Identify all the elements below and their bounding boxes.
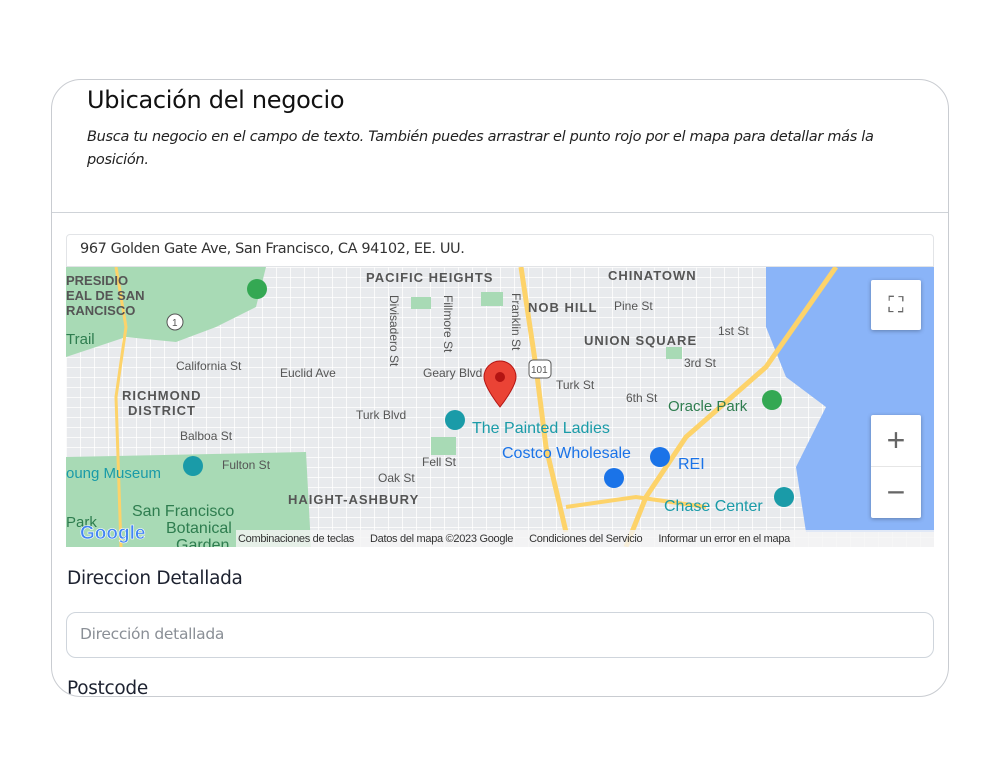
zoom-controls: + − <box>871 415 921 518</box>
map-label: Franklin St <box>509 293 523 351</box>
map-label: Fillmore St <box>441 295 455 353</box>
google-logo: Google <box>80 523 145 544</box>
address-search-input[interactable]: 967 Golden Gate Ave, San Francisco, CA 9… <box>66 234 934 267</box>
map-label: 3rd St <box>684 356 717 370</box>
section-description: Busca tu negocio en el campo de texto. T… <box>87 129 874 168</box>
route-shield: 1 <box>172 318 178 329</box>
map-data-text: Datos del mapa ©2023 Google <box>370 532 514 545</box>
map-label: Costco Wholesale <box>502 445 631 462</box>
map-label: Fulton St <box>222 458 271 472</box>
map-label: California St <box>176 359 242 373</box>
map-label: Euclid Ave <box>280 366 336 380</box>
plus-icon: + <box>886 422 906 458</box>
map-label: Garden <box>176 537 229 547</box>
shop-poi-icon <box>650 447 670 467</box>
detail-address-input[interactable]: Dirección detallada <box>66 612 934 658</box>
shop-poi-icon <box>604 468 624 488</box>
map-label: Pine St <box>614 299 653 313</box>
map-label: Chase Center <box>664 498 763 515</box>
map[interactable]: PACIFIC HEIGHTS CHINATOWN PRESIDIO EAL D… <box>66 267 934 547</box>
map-label: Balboa St <box>180 429 233 443</box>
map-label: Oracle Park <box>668 398 748 415</box>
keyboard-shortcuts-link[interactable]: Combinaciones de teclas <box>238 533 354 545</box>
fullscreen-button[interactable]: ⛶ <box>871 280 921 330</box>
zoom-in-button[interactable]: + <box>871 416 921 467</box>
map-label: NOB HILL <box>528 300 597 315</box>
map-label: 1st St <box>718 324 749 338</box>
map-label: Oak St <box>378 471 415 485</box>
map-label: RICHMOND <box>122 388 202 403</box>
map-canvas[interactable]: PACIFIC HEIGHTS CHINATOWN PRESIDIO EAL D… <box>66 267 934 547</box>
terms-link[interactable]: Condiciones del Servicio <box>529 533 643 545</box>
oracle-park-poi-icon <box>762 390 782 410</box>
map-label: HAIGHT-ASHBURY <box>288 492 419 507</box>
map-label: PACIFIC HEIGHTS <box>366 270 493 285</box>
map-label: 6th St <box>626 391 658 405</box>
map-attribution: Combinaciones de teclas Datos del mapa ©… <box>236 530 934 547</box>
map-label: RANCISCO <box>66 303 135 318</box>
fullscreen-icon: ⛶ <box>888 292 904 317</box>
map-label: Fell St <box>422 455 457 469</box>
museum-poi-icon <box>183 456 203 476</box>
map-label: CHINATOWN <box>608 268 697 283</box>
divider <box>52 212 948 213</box>
business-location-card: Ubicación del negocio Busca tu negocio e… <box>51 79 949 697</box>
map-label: Turk St <box>556 378 595 392</box>
map-label: The Painted Ladies <box>472 420 610 437</box>
map-label: Trail <box>66 331 95 348</box>
postcode-label: Postcode <box>67 678 148 697</box>
map-label: San Francisco <box>132 503 234 520</box>
map-label: Geary Blvd <box>423 366 482 380</box>
park-poi-icon <box>247 279 267 299</box>
map-label: Divisadero St <box>387 295 401 367</box>
map-label: DISTRICT <box>128 403 196 418</box>
section-title: Ubicación del negocio <box>87 86 345 114</box>
report-error-link[interactable]: Informar un error en el mapa <box>658 533 790 545</box>
detail-address-label: Direccion Detallada <box>67 568 243 589</box>
map-label: Turk Blvd <box>356 408 406 422</box>
map-label: REI <box>678 456 705 473</box>
map-label: Botanical <box>166 520 232 537</box>
map-label: UNION SQUARE <box>584 333 697 348</box>
map-label: PRESIDIO <box>66 273 128 288</box>
route-shield: 101 <box>531 365 548 376</box>
map-label: oung Museum <box>66 465 161 482</box>
chase-center-poi-icon <box>774 487 794 507</box>
minus-icon: − <box>886 473 906 510</box>
zoom-out-button[interactable]: − <box>871 467 921 518</box>
map-label: EAL DE SAN <box>66 288 145 303</box>
painted-ladies-poi-icon <box>445 410 465 430</box>
